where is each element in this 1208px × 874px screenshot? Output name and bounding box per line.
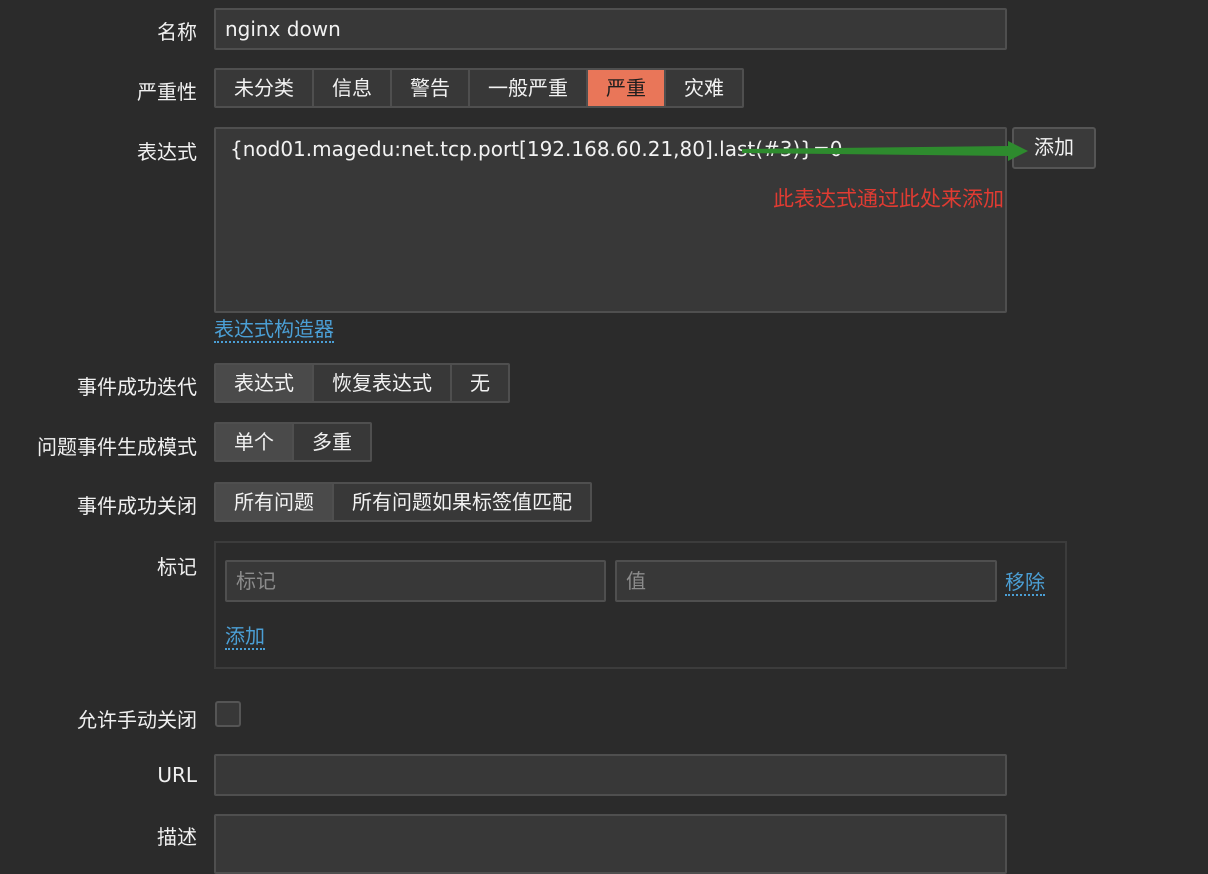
severity-disaster[interactable]: 灾难 [666,70,742,106]
name-label: 名称 [157,20,197,44]
severity-not-classified[interactable]: 未分类 [216,70,314,106]
severity-information[interactable]: 信息 [314,70,392,106]
tag-remove-link[interactable]: 移除 [1005,570,1045,596]
tag-add-link[interactable]: 添加 [225,624,265,650]
recovery-none[interactable]: 无 [452,365,508,401]
expression-label: 表达式 [137,140,197,164]
severity-label: 严重性 [137,80,197,104]
name-input[interactable] [214,8,1007,50]
tags-label: 标记 [157,555,197,579]
ok-close-label: 事件成功关闭 [77,494,197,518]
severity-selector: 未分类 信息 警告 一般严重 严重 灾难 [214,68,744,108]
url-label: URL [157,763,197,787]
ok-close-all-problems[interactable]: 所有问题 [216,484,334,520]
annotation-text: 此表达式通过此处来添加 [773,187,1004,211]
severity-average[interactable]: 一般严重 [470,70,588,106]
problem-mode-single[interactable]: 单个 [216,424,294,460]
recovery-recovery-expression[interactable]: 恢复表达式 [314,365,452,401]
description-label: 描述 [157,825,197,849]
tag-name-input[interactable] [225,560,606,602]
recovery-selector: 表达式 恢复表达式 无 [214,363,510,403]
severity-high[interactable]: 严重 [588,70,666,106]
tag-value-input[interactable] [615,560,997,602]
url-input[interactable] [214,754,1007,796]
manual-close-label: 允许手动关闭 [77,708,197,732]
recovery-expression[interactable]: 表达式 [216,365,314,401]
problem-mode-multiple[interactable]: 多重 [294,424,370,460]
problem-mode-selector: 单个 多重 [214,422,372,462]
manual-close-checkbox[interactable] [215,701,241,727]
severity-warning[interactable]: 警告 [392,70,470,106]
ok-close-selector: 所有问题 所有问题如果标签值匹配 [214,482,592,522]
expression-builder-link[interactable]: 表达式构造器 [214,317,334,343]
problem-mode-label: 问题事件生成模式 [37,435,197,459]
annotation-arrow-icon [742,141,1028,161]
description-textarea[interactable] [214,814,1007,874]
recovery-label: 事件成功迭代 [77,375,197,399]
ok-close-tag-match[interactable]: 所有问题如果标签值匹配 [334,484,590,520]
